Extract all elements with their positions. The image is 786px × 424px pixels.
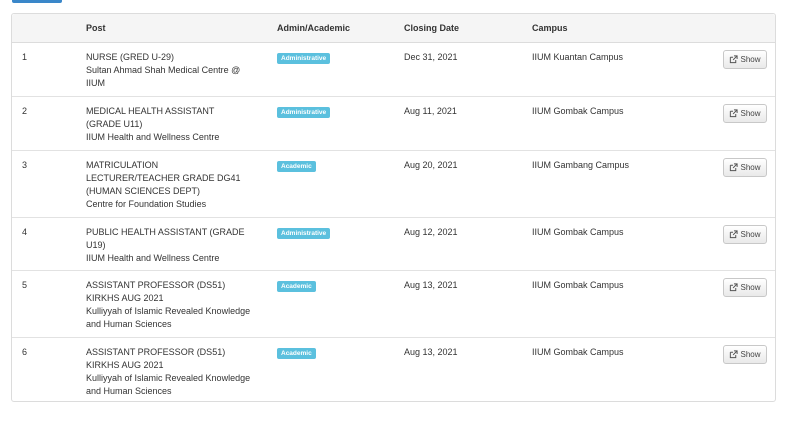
closing-date: Aug 13, 2021 bbox=[404, 280, 458, 290]
type-badge: Administrative bbox=[277, 107, 331, 118]
top-button[interactable] bbox=[12, 0, 62, 3]
table-row: 5 ASSISTANT PROFESSOR (DS51) KIRKHS AUG … bbox=[12, 271, 775, 338]
closing-date: Aug 12, 2021 bbox=[404, 227, 458, 237]
closing-date: Aug 20, 2021 bbox=[404, 160, 458, 170]
show-button-label: Show bbox=[740, 55, 761, 64]
type-badge: Administrative bbox=[277, 53, 331, 64]
post-line: IIUM Health and Wellness Centre bbox=[86, 132, 220, 142]
external-link-icon bbox=[730, 283, 739, 292]
show-button[interactable]: Show bbox=[723, 104, 767, 123]
table-row: 6 ASSISTANT PROFESSOR (DS51) KIRKHS AUG … bbox=[12, 338, 775, 404]
row-number: 4 bbox=[22, 227, 28, 237]
external-link-icon bbox=[730, 109, 739, 118]
post-line: (HUMAN SCIENCES DEPT) bbox=[86, 186, 201, 196]
show-button-label: Show bbox=[740, 283, 761, 292]
post-line: IIUM Health and Wellness Centre bbox=[86, 253, 220, 263]
post-line: (GRADE U11) bbox=[86, 119, 143, 129]
show-button-label: Show bbox=[740, 230, 761, 239]
type-badge: Academic bbox=[277, 348, 316, 359]
post-line: Kulliyyah of Islamic Revealed Knowledge bbox=[86, 306, 251, 316]
show-button[interactable]: Show bbox=[723, 278, 767, 297]
header-campus: Campus bbox=[532, 23, 568, 33]
row-number: 5 bbox=[22, 280, 28, 290]
post-line: MATRICULATION bbox=[86, 160, 159, 170]
row-number: 2 bbox=[22, 106, 28, 116]
post-title[interactable]: PUBLIC HEALTH ASSISTANT (GRADE U19) IIUM… bbox=[86, 226, 264, 265]
closing-date: Dec 31, 2021 bbox=[404, 52, 458, 62]
show-button-label: Show bbox=[740, 163, 761, 172]
show-button-label: Show bbox=[740, 350, 761, 359]
post-line: Centre for Foundation Studies bbox=[86, 199, 207, 209]
external-link-icon bbox=[730, 350, 739, 359]
table-row: 1 NURSE (GRED U-29) Sultan Ahmad Shah Me… bbox=[12, 43, 775, 97]
campus: IIUM Kuantan Campus bbox=[532, 52, 624, 62]
show-button[interactable]: Show bbox=[723, 345, 767, 364]
external-link-icon bbox=[730, 55, 739, 64]
vacancy-table: Post Admin/Academic Closing Date Campus … bbox=[11, 13, 776, 402]
campus: IIUM Gambang Campus bbox=[532, 160, 630, 170]
post-title[interactable]: MEDICAL HEALTH ASSISTANT (GRADE U11) IIU… bbox=[86, 105, 264, 144]
external-link-icon bbox=[730, 163, 739, 172]
post-line: Sultan Ahmad Shah Medical Centre @ bbox=[86, 65, 241, 75]
campus: IIUM Gombak Campus bbox=[532, 227, 624, 237]
post-title[interactable]: MATRICULATION LECTURER/TEACHER GRADE DG4… bbox=[86, 159, 264, 211]
post-line: IIUM bbox=[86, 78, 105, 88]
post-title[interactable]: NURSE (GRED U-29) Sultan Ahmad Shah Medi… bbox=[86, 51, 264, 90]
post-line: KIRKHS AUG 2021 bbox=[86, 360, 164, 370]
show-button[interactable]: Show bbox=[723, 158, 767, 177]
post-title[interactable]: ASSISTANT PROFESSOR (DS51) KIRKHS AUG 20… bbox=[86, 279, 264, 331]
post-line: and Human Sciences bbox=[86, 386, 172, 396]
type-badge: Administrative bbox=[277, 228, 331, 239]
header-closing-date: Closing Date bbox=[404, 23, 460, 33]
type-badge: Academic bbox=[277, 161, 316, 172]
post-line: PUBLIC HEALTH ASSISTANT (GRADE bbox=[86, 227, 245, 237]
post-line: NURSE (GRED U-29) bbox=[86, 52, 175, 62]
post-line: MEDICAL HEALTH ASSISTANT bbox=[86, 106, 215, 116]
campus: IIUM Gombak Campus bbox=[532, 280, 624, 290]
row-number: 3 bbox=[22, 160, 28, 170]
post-line: Kulliyyah of Islamic Revealed Knowledge bbox=[86, 373, 251, 383]
post-line: ASSISTANT PROFESSOR (DS51) bbox=[86, 347, 226, 357]
show-button[interactable]: Show bbox=[723, 50, 767, 69]
table-header: Post Admin/Academic Closing Date Campus bbox=[12, 14, 775, 43]
table-row: 3 MATRICULATION LECTURER/TEACHER GRADE D… bbox=[12, 151, 775, 218]
row-number: 6 bbox=[22, 347, 28, 357]
closing-date: Aug 13, 2021 bbox=[404, 347, 458, 357]
row-number: 1 bbox=[22, 52, 28, 62]
show-button[interactable]: Show bbox=[723, 225, 767, 244]
header-type: Admin/Academic bbox=[277, 23, 351, 33]
post-line: U19) bbox=[86, 240, 106, 250]
campus: IIUM Gombak Campus bbox=[532, 347, 624, 357]
campus: IIUM Gombak Campus bbox=[532, 106, 624, 116]
post-line: ASSISTANT PROFESSOR (DS51) bbox=[86, 280, 226, 290]
closing-date: Aug 11, 2021 bbox=[404, 106, 457, 116]
type-badge: Academic bbox=[277, 281, 316, 292]
post-line: LECTURER/TEACHER GRADE DG41 bbox=[86, 173, 241, 183]
external-link-icon bbox=[730, 230, 739, 239]
show-button-label: Show bbox=[740, 109, 761, 118]
post-line: KIRKHS AUG 2021 bbox=[86, 293, 164, 303]
header-post: Post bbox=[86, 23, 106, 33]
table-row: 4 PUBLIC HEALTH ASSISTANT (GRADE U19) II… bbox=[12, 218, 775, 271]
post-line: and Human Sciences bbox=[86, 319, 172, 329]
post-title[interactable]: ASSISTANT PROFESSOR (DS51) KIRKHS AUG 20… bbox=[86, 346, 264, 398]
table-row: 2 MEDICAL HEALTH ASSISTANT (GRADE U11) I… bbox=[12, 97, 775, 151]
